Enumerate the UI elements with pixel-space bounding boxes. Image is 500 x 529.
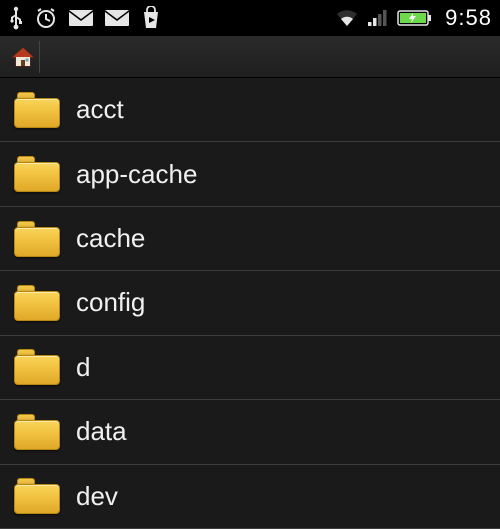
folder-list[interactable]: acct app-cache cache config d data dev — [0, 78, 500, 529]
folder-icon — [14, 414, 60, 450]
folder-name: acct — [76, 94, 124, 125]
list-item[interactable]: d — [0, 336, 500, 400]
clock-text: 9:58 — [445, 5, 492, 31]
folder-name: dev — [76, 481, 118, 512]
folder-name: config — [76, 287, 145, 318]
play-store-icon — [140, 6, 162, 30]
list-item[interactable]: cache — [0, 207, 500, 271]
status-right: 9:58 — [335, 5, 492, 31]
folder-icon — [14, 349, 60, 385]
home-button[interactable] — [6, 41, 40, 73]
folder-icon — [14, 478, 60, 514]
list-item[interactable]: data — [0, 400, 500, 464]
folder-name: cache — [76, 223, 145, 254]
list-item[interactable]: config — [0, 271, 500, 335]
mail-icon — [104, 8, 130, 28]
folder-name: d — [76, 352, 90, 383]
folder-name: app-cache — [76, 159, 197, 190]
mail-icon — [68, 8, 94, 28]
battery-icon — [397, 9, 433, 27]
path-toolbar — [0, 36, 500, 78]
folder-name: data — [76, 416, 127, 447]
signal-icon — [367, 8, 389, 28]
list-item[interactable]: app-cache — [0, 142, 500, 206]
folder-icon — [14, 92, 60, 128]
status-bar: 9:58 — [0, 0, 500, 36]
list-item[interactable]: dev — [0, 465, 500, 529]
alarm-icon — [34, 6, 58, 30]
status-left — [8, 6, 162, 30]
list-item[interactable]: acct — [0, 78, 500, 142]
folder-icon — [14, 285, 60, 321]
usb-icon — [8, 6, 24, 30]
folder-icon — [14, 221, 60, 257]
folder-icon — [14, 156, 60, 192]
wifi-icon — [335, 8, 359, 28]
